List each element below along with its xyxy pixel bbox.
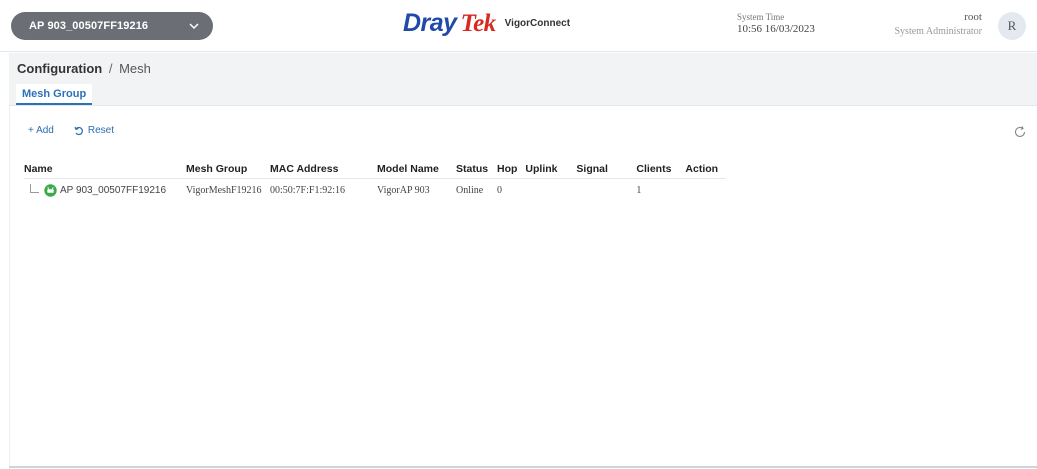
cell-hop: 0: [497, 185, 502, 196]
table-row[interactable]: AP 903_00507FF19216 VigorMeshF19216 00:5…: [24, 179, 726, 198]
main-content: + Add Reset Name Mesh Group MAC Address …: [9, 105, 1037, 469]
cell-mesh-group: VigorMeshF19216: [186, 185, 262, 196]
system-time-label: System Time: [737, 12, 785, 22]
col-mesh-group[interactable]: Mesh Group: [186, 163, 270, 179]
cell-mac-address: 00:50:7F:F1:92:16: [270, 185, 346, 196]
tab-mesh-group[interactable]: Mesh Group: [16, 84, 93, 105]
toolbar: + Add Reset: [28, 125, 114, 136]
col-name[interactable]: Name: [24, 163, 186, 179]
breadcrumb-current[interactable]: Configuration: [17, 61, 102, 76]
brand-tek: Tek: [460, 10, 497, 37]
cell-uplink: [525, 179, 576, 198]
breadcrumb-sub: Mesh: [119, 61, 151, 76]
ap-online-icon: [44, 184, 57, 197]
reset-button[interactable]: Reset: [74, 125, 114, 136]
add-button[interactable]: + Add: [28, 125, 54, 136]
table-header-row: Name Mesh Group MAC Address Model Name S…: [24, 163, 727, 179]
breadcrumb: Configuration / Mesh: [17, 61, 151, 76]
device-selector[interactable]: AP 903_00507FF19216: [11, 12, 213, 40]
page-bottom-border: [9, 466, 1037, 468]
cell-clients: 1: [636, 185, 642, 196]
chevron-down-icon: [189, 23, 199, 30]
user-name: root: [964, 11, 982, 23]
col-signal[interactable]: Signal: [576, 163, 637, 179]
refresh-icon[interactable]: [1013, 125, 1027, 139]
cell-model-name: VigorAP 903: [377, 185, 430, 196]
brand-logo: Dray Tek VigorConnect: [403, 9, 570, 38]
col-hop[interactable]: Hop: [497, 163, 526, 179]
col-clients[interactable]: Clients: [636, 163, 686, 179]
col-model-name[interactable]: Model Name: [377, 163, 456, 179]
breadcrumb-separator: /: [108, 61, 113, 76]
system-time-value: 10:56 16/03/2023: [737, 23, 815, 35]
add-button-label: + Add: [28, 125, 54, 136]
user-info: root System Administrator: [895, 11, 983, 37]
top-header: AP 903_00507FF19216 Dray Tek VigorConnec…: [0, 0, 1037, 52]
brand-dray: Dray: [403, 9, 457, 37]
cell-action: [685, 179, 726, 198]
avatar[interactable]: R: [998, 12, 1026, 40]
col-uplink[interactable]: Uplink: [525, 163, 577, 179]
cell-status: Online: [456, 185, 484, 196]
user-role: System Administrator: [894, 26, 983, 37]
tree-branch-icon: [30, 184, 39, 193]
product-name: VigorConnect: [504, 18, 571, 29]
mesh-table: Name Mesh Group MAC Address Model Name S…: [24, 163, 727, 198]
col-status[interactable]: Status: [456, 163, 497, 179]
cell-signal: [576, 179, 636, 198]
reset-icon: [74, 126, 83, 135]
page-header: Configuration / Mesh Mesh Group: [9, 53, 1037, 105]
col-mac-address[interactable]: MAC Address: [270, 163, 377, 179]
reset-button-label: Reset: [87, 125, 114, 136]
ap-name[interactable]: AP 903_00507FF19216: [60, 185, 166, 196]
col-action: Action: [685, 163, 727, 179]
device-selector-label: AP 903_00507FF19216: [29, 20, 149, 32]
system-time: System Time 10:56 16/03/2023: [737, 12, 815, 35]
cell-name: AP 903_00507FF19216: [24, 179, 186, 198]
